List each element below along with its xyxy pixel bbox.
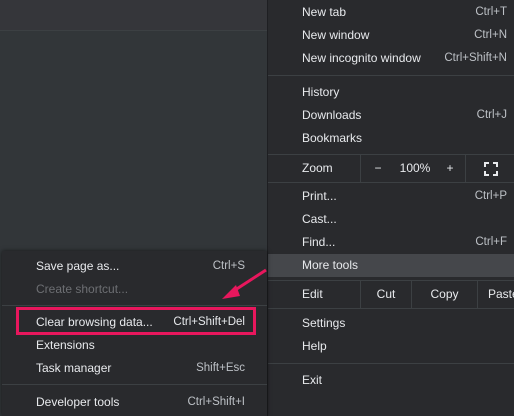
menu-item-label: Cast... (302, 212, 337, 226)
fullscreen-button[interactable] (465, 155, 514, 182)
submenu-item-developer-tools[interactable]: Developer tools Ctrl+Shift+I (2, 391, 267, 414)
zoom-row: Zoom − 100% + (268, 155, 514, 182)
menu-item-bookmarks[interactable]: Bookmarks (268, 127, 514, 150)
menu-item-label: More tools (302, 258, 359, 272)
menu-item-label: Extensions (36, 338, 95, 352)
submenu-item-create-shortcut: Create shortcut... (2, 278, 267, 301)
fullscreen-icon (484, 161, 498, 176)
shortcut-label: Shift+Esc (196, 362, 245, 374)
menu-item-new-window[interactable]: New window Ctrl+N (268, 24, 514, 47)
edit-label: Edit (302, 287, 323, 301)
zoom-in-button[interactable]: + (435, 155, 465, 182)
submenu-item-save-page-as[interactable]: Save page as... Ctrl+S (2, 255, 267, 278)
menu-item-exit[interactable]: Exit (268, 369, 514, 392)
menu-item-label: New window (302, 28, 370, 42)
menu-item-label: Settings (302, 316, 346, 330)
menu-separator (2, 384, 267, 385)
menu-item-label: Print... (302, 189, 337, 203)
menu-item-label: New tab (302, 5, 347, 19)
shortcut-label: Ctrl+S (212, 260, 245, 272)
menu-item-label: Task manager (36, 361, 112, 375)
menu-separator (268, 182, 514, 183)
menu-item-new-tab[interactable]: New tab Ctrl+T (268, 1, 514, 24)
menu-item-label: Create shortcut... (36, 282, 129, 296)
menu-item-label: Help (302, 339, 327, 353)
menu-item-more-tools[interactable]: More tools (268, 254, 514, 277)
menu-item-label: Save page as... (36, 259, 120, 273)
menu-item-label: History (302, 85, 340, 99)
chrome-main-menu: New tab Ctrl+T New window Ctrl+N New inc… (267, 0, 514, 416)
menu-separator (2, 305, 267, 306)
menu-item-label: Downloads (302, 108, 362, 122)
cut-button[interactable]: Cut (360, 281, 411, 308)
copy-button[interactable]: Copy (411, 281, 477, 308)
menu-item-print[interactable]: Print... Ctrl+P (268, 185, 514, 208)
shortcut-label: Ctrl+J (476, 109, 507, 121)
zoom-level-value: 100% (399, 161, 431, 175)
shortcut-label: Ctrl+Shift+I (187, 396, 245, 408)
menu-separator (268, 363, 514, 364)
paste-button[interactable]: Paste (477, 281, 514, 308)
shortcut-label: Ctrl+P (474, 190, 507, 202)
submenu-item-extensions[interactable]: Extensions (2, 334, 267, 357)
browser-toolbar-area (0, 0, 268, 31)
menu-item-label: Exit (302, 373, 323, 387)
menu-item-new-incognito-window[interactable]: New incognito window Ctrl+Shift+N (268, 47, 514, 70)
menu-separator (268, 308, 514, 309)
zoom-label: Zoom (302, 161, 333, 175)
menu-item-help[interactable]: Help (268, 335, 514, 358)
submenu-item-task-manager[interactable]: Task manager Shift+Esc (2, 357, 267, 380)
highlight-box (16, 307, 256, 335)
shortcut-label: Ctrl+F (475, 236, 507, 248)
shortcut-label: Ctrl+Shift+N (444, 52, 507, 64)
edit-row: Edit Cut Copy Paste (268, 281, 514, 308)
shortcut-label: Ctrl+T (475, 6, 507, 18)
menu-item-find[interactable]: Find... Ctrl+F (268, 231, 514, 254)
menu-item-label: Bookmarks (302, 131, 363, 145)
menu-item-history[interactable]: History (268, 81, 514, 104)
shortcut-label: Ctrl+N (474, 29, 507, 41)
menu-separator (268, 75, 514, 76)
menu-item-cast[interactable]: Cast... (268, 208, 514, 231)
menu-item-settings[interactable]: Settings (268, 312, 514, 335)
menu-item-label: New incognito window (302, 51, 421, 65)
menu-item-downloads[interactable]: Downloads Ctrl+J (268, 104, 514, 127)
menu-item-label: Find... (302, 235, 336, 249)
menu-item-label: Developer tools (36, 395, 120, 409)
zoom-out-button[interactable]: − (360, 155, 395, 182)
